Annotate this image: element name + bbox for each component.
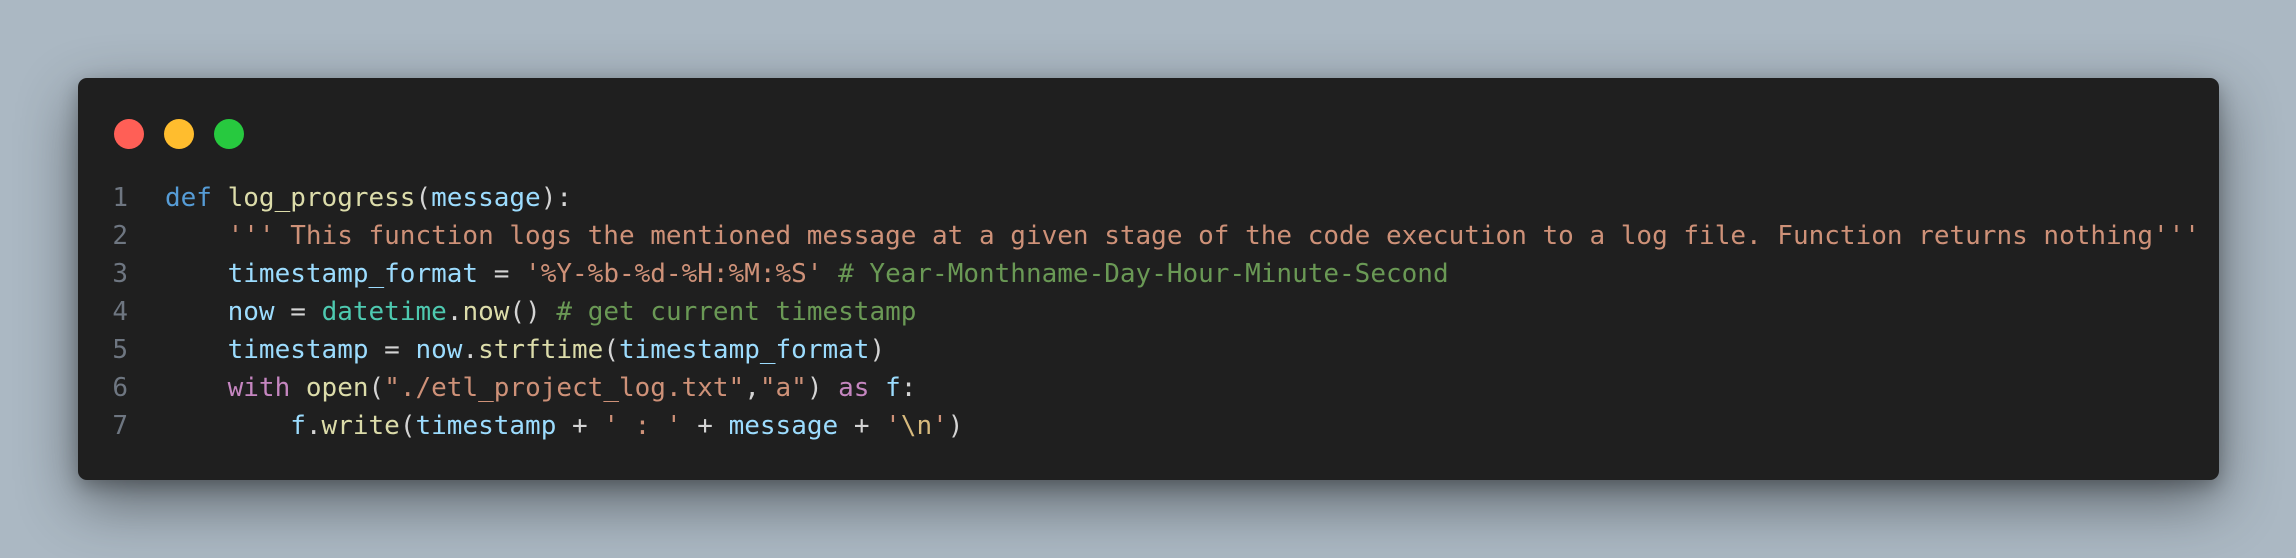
line-number: 7 [112,411,128,441]
close-dot-icon[interactable] [114,119,144,149]
code-token: ): [540,183,573,213]
code-token: message [431,183,541,213]
code-token: = [368,335,416,365]
code-token: : [900,373,917,403]
code-token: ' : ' [603,411,682,441]
code-token: . [305,411,322,441]
code-block: 1 def log_progress(message): 2 ''' This fu… [78,179,2219,445]
maximize-dot-icon[interactable] [214,119,244,149]
code-token: now [227,297,275,327]
code-token: ) [806,373,839,403]
code-line: 6 with open("./etl_project_log.txt","a")… [78,369,2219,407]
code-token: timestamp [227,335,369,365]
line-number: 1 [112,183,128,213]
code-token: + [838,411,886,441]
code-token: timestamp_format [227,259,479,289]
code-line-content: with open("./etl_project_log.txt","a") a… [165,369,917,407]
code-token: ( [399,411,416,441]
code-line-content: now = datetime.now() # get current times… [165,293,917,331]
code-line: 3 timestamp_format = '%Y-%b-%d-%H:%M:%S'… [78,255,2219,293]
code-token: , [744,373,760,403]
code-token: ) [947,411,964,441]
code-token: . [446,297,463,327]
code-token: + [681,411,729,441]
code-token: ( [368,373,385,403]
code-line-content: timestamp = now.strftime(timestamp_forma… [165,331,885,369]
code-token: timestamp [415,411,557,441]
code-token: ) [869,335,886,365]
code-token: f [885,373,901,403]
code-line: 1 def log_progress(message): [78,179,2219,217]
code-token: f [290,411,306,441]
line-number: 5 [112,335,128,365]
code-token: ' [932,411,948,441]
code-token: ' [885,411,901,441]
code-line: 7 f.write(timestamp + ' : ' + message + … [78,407,2219,445]
code-token: message [728,411,839,441]
code-token: def [165,183,212,213]
line-number: 4 [112,297,128,327]
code-token: as [838,373,870,403]
code-token: = [478,259,526,289]
code-token: write [321,411,400,441]
line-number: 6 [112,373,128,403]
code-token: "./etl_project_log.txt" [384,373,745,403]
code-token: datetime [321,297,447,327]
code-token: '%Y-%b-%d-%H:%M:%S' [525,259,823,289]
code-token: open [305,373,369,403]
code-token: "a" [759,373,807,403]
code-token: now [415,335,463,365]
code-token: () [509,297,557,327]
code-token: # Year-Monthname-Day-Hour-Minute-Second [838,259,1449,289]
code-window: 1 def log_progress(message): 2 ''' This fu… [78,78,2219,480]
code-token: log_progress [227,183,416,213]
code-token: # get current timestamp [556,297,917,327]
code-token: now [462,297,510,327]
line-number: 2 [112,221,128,251]
code-token: . [462,335,479,365]
code-token: with [227,373,291,403]
code-line: 5 timestamp = now.strftime(timestamp_for… [78,331,2219,369]
code-token: \n [900,411,933,441]
line-number: 3 [112,259,128,289]
code-token: = [274,297,322,327]
code-token: strftime [478,335,604,365]
code-line-content: f.write(timestamp + ' : ' + message + '\… [165,407,963,445]
code-line-content: ''' This function logs the mentioned mes… [165,217,2200,255]
code-line: 4 now = datetime.now() # get current tim… [78,293,2219,331]
code-line: 2 ''' This function logs the mentioned m… [78,217,2219,255]
code-token: + [556,411,604,441]
minimize-dot-icon[interactable] [164,119,194,149]
code-token: timestamp_format [619,335,870,365]
code-token: ( [415,183,432,213]
code-line-content: def log_progress(message): [165,179,572,217]
code-token: ''' This function logs the mentioned mes… [227,221,2200,251]
code-token: ( [603,335,619,365]
code-line-content: timestamp_format = '%Y-%b-%d-%H:%M:%S' #… [165,255,1449,293]
